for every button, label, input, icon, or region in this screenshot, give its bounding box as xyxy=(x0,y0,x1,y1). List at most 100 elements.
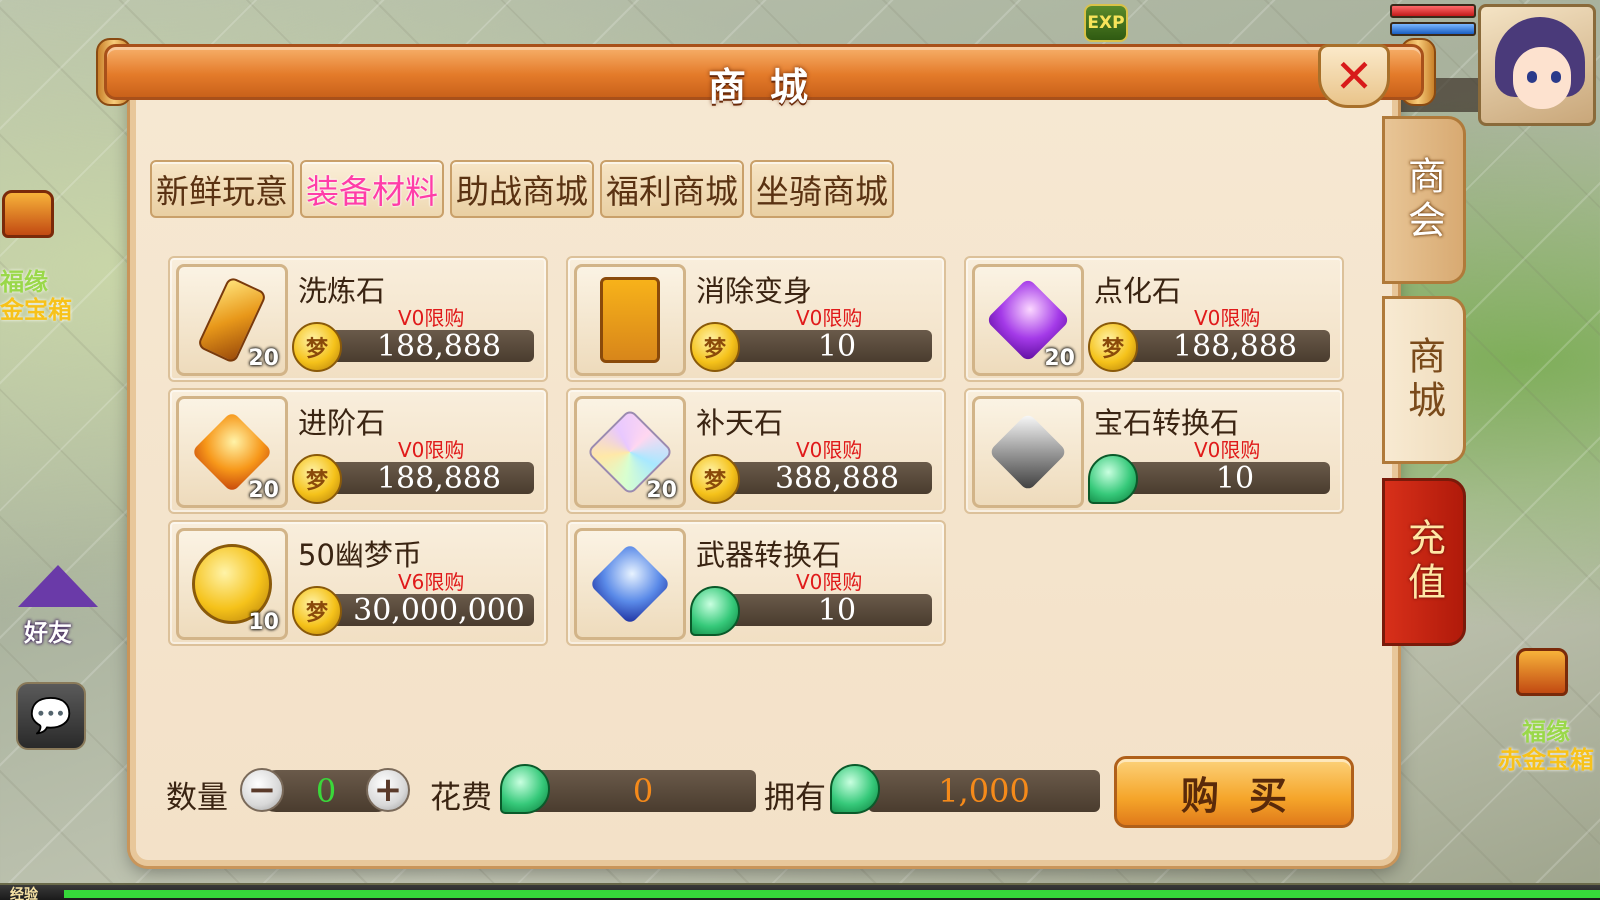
item-icon-box: 20 xyxy=(176,396,288,508)
item-price: 188,888 xyxy=(1116,329,1330,364)
gold-coin-icon: 梦 xyxy=(292,322,342,372)
cost-currency xyxy=(500,764,550,814)
shop-item-gem-convert-stone[interactable]: 宝石转换石 V0限购 10 xyxy=(964,388,1344,514)
item-icon-box xyxy=(972,396,1084,508)
quantity-decrease-button[interactable]: − xyxy=(240,768,284,812)
item-name: 进阶石 xyxy=(298,406,386,440)
exp-progress-bar: 经验 xyxy=(0,883,1600,900)
tab-assist-shop[interactable]: 助战商城 xyxy=(450,160,594,218)
item-icon-box: 20 xyxy=(574,396,686,508)
shop-item-advance-stone[interactable]: 20 进阶石 V0限购 188,888 梦 xyxy=(168,388,548,514)
jade-icon xyxy=(500,764,550,814)
item-name: 点化石 xyxy=(1094,274,1182,308)
shop-item-dianhua-stone[interactable]: 20 点化石 V0限购 188,888 梦 xyxy=(964,256,1344,382)
shop-item-xilian-stone[interactable]: 20 洗炼石 V0限购 188,888 梦 xyxy=(168,256,548,382)
item-price: 388,888 xyxy=(718,461,932,496)
left-chest-label-2: 金宝箱 xyxy=(0,296,72,324)
currency-slot: 梦 xyxy=(292,322,342,372)
side-tab-shop[interactable]: 商城 xyxy=(1382,296,1466,464)
tab-mount-shop[interactable]: 坐骑商城 xyxy=(750,160,894,218)
currency-slot: 梦 xyxy=(690,322,740,372)
owned-label: 拥有 xyxy=(764,780,826,816)
quantity-increase-button[interactable]: + xyxy=(366,768,410,812)
item-purchase-limit: V0限购 xyxy=(398,438,465,462)
blue-gem-icon xyxy=(588,542,672,626)
exp-progress-fill xyxy=(64,890,1600,898)
jade-icon xyxy=(1088,454,1138,504)
item-count: 20 xyxy=(248,346,279,371)
friend-button[interactable]: 好友 xyxy=(10,565,100,647)
chat-button[interactable]: 💬 xyxy=(16,682,86,750)
player-status-bars xyxy=(1390,4,1476,40)
treasure-chest-right-icon[interactable] xyxy=(1516,648,1568,696)
close-button[interactable]: ✕ xyxy=(1318,44,1390,108)
chat-bubble-icon: 💬 xyxy=(29,696,73,736)
item-icon-box: 20 xyxy=(176,264,288,376)
item-price: 10 xyxy=(1116,461,1330,496)
wizard-hat-icon xyxy=(18,565,98,607)
side-tab-recharge[interactable]: 充值 xyxy=(1382,478,1466,646)
shop-item-butian-stone[interactable]: 20 补天石 V0限购 388,888 梦 xyxy=(566,388,946,514)
gold-coin-icon: 梦 xyxy=(690,322,740,372)
minus-icon: − xyxy=(247,770,277,810)
mp-bar xyxy=(1390,22,1476,36)
tab-novelty[interactable]: 新鲜玩意 xyxy=(150,160,294,218)
currency-slot: 梦 xyxy=(292,586,342,636)
friend-label: 好友 xyxy=(24,619,72,647)
currency-slot xyxy=(690,586,740,636)
shop-item-remove-transform[interactable]: 消除变身 V0限购 10 梦 xyxy=(566,256,946,382)
gold-coin-icon: 梦 xyxy=(292,586,342,636)
exp-bar-label: 经验 xyxy=(10,887,38,900)
item-icon-box xyxy=(574,528,686,640)
hp-bar xyxy=(1390,4,1476,18)
item-purchase-limit: V0限购 xyxy=(796,306,863,330)
close-icon: ✕ xyxy=(1334,49,1374,103)
shop-item-dream-coin[interactable]: 10 50幽梦币 V6限购 30,000,000 梦 xyxy=(168,520,548,646)
owned-currency xyxy=(830,764,880,814)
item-price: 10 xyxy=(718,329,932,364)
item-icon-box: 20 xyxy=(972,264,1084,376)
item-purchase-limit: V0限购 xyxy=(796,438,863,462)
treasure-chest-left-icon[interactable] xyxy=(2,190,54,238)
item-name: 消除变身 xyxy=(696,274,813,308)
item-count: 20 xyxy=(646,478,677,503)
jade-icon xyxy=(830,764,880,814)
item-price: 188,888 xyxy=(320,329,534,364)
buy-button[interactable]: 购买 xyxy=(1114,756,1354,828)
cost-label: 花费 xyxy=(430,780,492,816)
owned-value: 1,000 xyxy=(868,770,1100,812)
gold-coin-icon: 梦 xyxy=(690,454,740,504)
item-count: 20 xyxy=(248,478,279,503)
item-count: 10 xyxy=(248,610,279,635)
side-tab-guild-shop[interactable]: 商会 xyxy=(1382,116,1466,284)
item-name: 补天石 xyxy=(696,406,784,440)
gold-coin-icon: 梦 xyxy=(1088,322,1138,372)
exp-badge[interactable]: EXP xyxy=(1084,4,1128,42)
tab-equipment-materials[interactable]: 装备材料 xyxy=(300,160,444,218)
player-avatar[interactable] xyxy=(1478,4,1596,126)
item-icon-box xyxy=(574,264,686,376)
gray-gem-icon xyxy=(988,412,1068,492)
transform-card-icon xyxy=(600,277,660,363)
currency-slot: 梦 xyxy=(690,454,740,504)
item-purchase-limit: V0限购 xyxy=(1194,438,1261,462)
gold-coin-icon: 梦 xyxy=(292,454,342,504)
item-count: 20 xyxy=(1044,346,1075,371)
avatar-face xyxy=(1513,47,1571,109)
currency-slot: 梦 xyxy=(292,454,342,504)
item-name: 洗炼石 xyxy=(298,274,386,308)
avatar-eye-left xyxy=(1527,71,1537,83)
shop-category-tabs: 新鲜玩意 装备材料 助战商城 福利商城 坐骑商城 xyxy=(150,160,894,218)
item-purchase-limit: V0限购 xyxy=(796,570,863,594)
shop-title: 商城 xyxy=(707,65,832,109)
item-purchase-limit: V0限购 xyxy=(398,306,465,330)
cost-value: 0 xyxy=(530,770,756,812)
avatar-eye-right xyxy=(1551,71,1561,83)
item-price: 10 xyxy=(718,593,932,628)
item-purchase-limit: V6限购 xyxy=(398,570,465,594)
tab-welfare-shop[interactable]: 福利商城 xyxy=(600,160,744,218)
currency-slot xyxy=(1088,454,1138,504)
item-icon-box: 10 xyxy=(176,528,288,640)
shop-item-weapon-convert-stone[interactable]: 武器转换石 V0限购 10 xyxy=(566,520,946,646)
item-purchase-limit: V0限购 xyxy=(1194,306,1261,330)
